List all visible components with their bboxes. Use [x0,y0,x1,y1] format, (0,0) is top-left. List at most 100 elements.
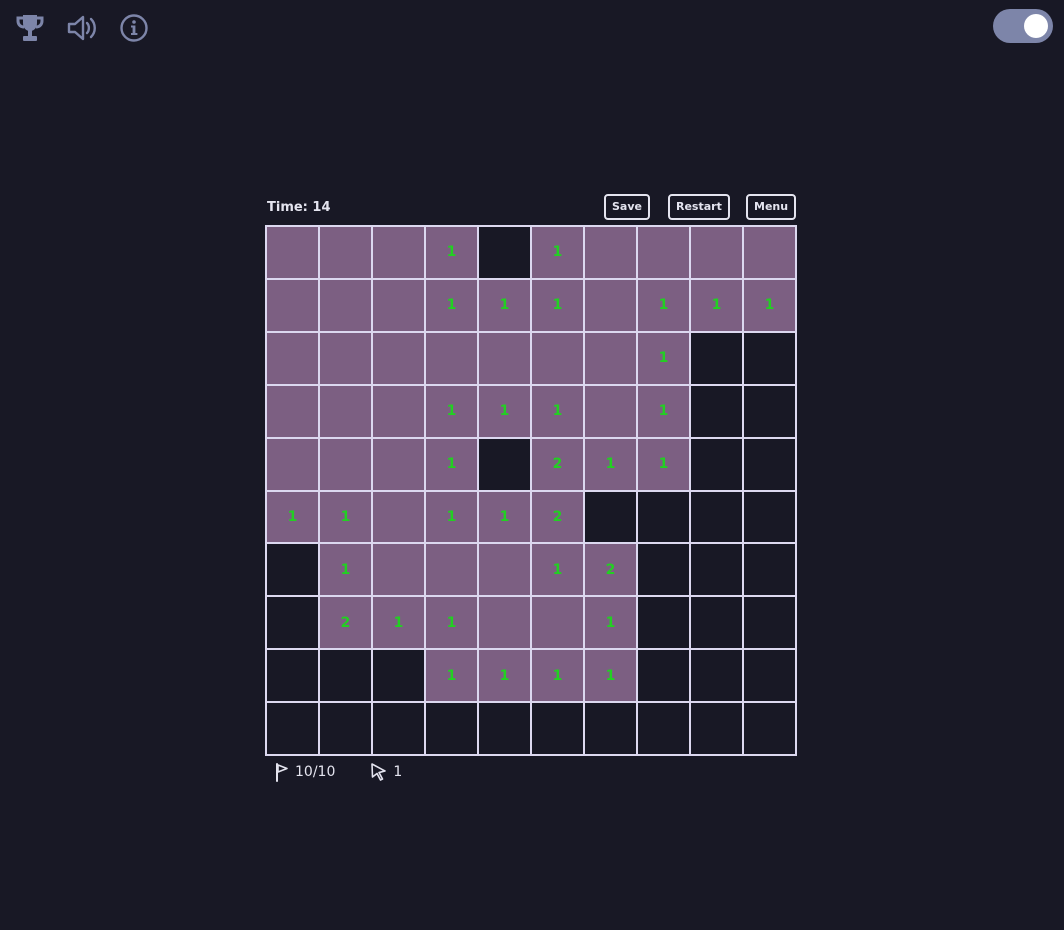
board-cell[interactable]: 1 [532,227,583,278]
board-cell[interactable] [373,385,424,437]
board-cell[interactable] [638,491,689,543]
board-cell[interactable]: 1 [426,279,477,331]
board-cell[interactable] [638,227,689,278]
board-cell[interactable] [691,703,742,754]
theme-toggle[interactable] [993,9,1053,43]
board-cell[interactable]: 1 [373,597,424,649]
board-cell[interactable] [691,491,742,543]
board-cell[interactable]: 1 [426,597,477,649]
board-cell[interactable] [638,650,689,702]
board-cell[interactable] [373,703,424,754]
board-cell[interactable] [638,544,689,596]
save-button[interactable]: Save [604,194,650,220]
board-cell[interactable] [585,491,636,543]
board-cell[interactable] [373,650,424,702]
board-cell[interactable]: 1 [479,279,530,331]
board-cell[interactable]: 1 [638,385,689,437]
board-cell[interactable] [744,332,795,384]
board-cell[interactable] [585,227,636,278]
restart-button[interactable]: Restart [668,194,730,220]
board-cell[interactable] [267,438,318,490]
board-cell[interactable] [373,491,424,543]
board-cell[interactable] [744,650,795,702]
board-cell[interactable] [373,227,424,278]
board-cell[interactable] [479,438,530,490]
board-cell[interactable]: 1 [479,650,530,702]
board-cell[interactable] [320,703,371,754]
board-cell[interactable]: 1 [532,279,583,331]
board-cell[interactable] [691,438,742,490]
board-cell[interactable] [744,438,795,490]
board-cell[interactable]: 1 [585,650,636,702]
board-cell[interactable] [373,438,424,490]
board-cell[interactable] [267,650,318,702]
board-cell[interactable] [267,279,318,331]
board-cell[interactable] [320,332,371,384]
board-cell[interactable] [267,227,318,278]
board-cell[interactable]: 1 [532,385,583,437]
board-cell[interactable] [585,385,636,437]
board-cell[interactable]: 1 [532,544,583,596]
board-cell[interactable] [267,597,318,649]
board-cell[interactable] [585,279,636,331]
board-cell[interactable] [638,703,689,754]
board-cell[interactable] [532,703,583,754]
board-cell[interactable]: 1 [267,491,318,543]
board-cell[interactable] [373,279,424,331]
board-cell[interactable]: 1 [426,385,477,437]
board-cell[interactable] [691,597,742,649]
board-cell[interactable]: 1 [320,491,371,543]
board-cell[interactable] [638,597,689,649]
board-cell[interactable]: 1 [638,438,689,490]
board-cell[interactable] [744,544,795,596]
board-cell[interactable] [426,544,477,596]
board-cell[interactable] [320,227,371,278]
board-cell[interactable] [479,597,530,649]
board-cell[interactable] [744,703,795,754]
board-cell[interactable] [373,332,424,384]
board-cell[interactable] [267,703,318,754]
board-cell[interactable]: 1 [585,597,636,649]
board-cell[interactable] [744,491,795,543]
board-cell[interactable] [479,703,530,754]
board-cell[interactable] [426,332,477,384]
board-cell[interactable] [691,544,742,596]
board-cell[interactable]: 1 [691,279,742,331]
board-cell[interactable]: 1 [638,332,689,384]
board-cell[interactable]: 2 [320,597,371,649]
board-cell[interactable] [744,227,795,278]
board-cell[interactable] [585,332,636,384]
menu-button[interactable]: Menu [746,194,797,220]
board-cell[interactable]: 1 [320,544,371,596]
board-cell[interactable]: 2 [585,544,636,596]
board-cell[interactable] [479,544,530,596]
board-cell[interactable] [744,597,795,649]
board-cell[interactable] [320,385,371,437]
board-cell[interactable] [479,332,530,384]
speaker-icon[interactable] [66,12,98,44]
board-cell[interactable]: 1 [532,650,583,702]
board-cell[interactable]: 2 [532,438,583,490]
board-cell[interactable] [320,650,371,702]
board-cell[interactable] [585,703,636,754]
info-icon[interactable] [118,12,150,44]
board-cell[interactable]: 1 [638,279,689,331]
board-cell[interactable] [267,332,318,384]
board-cell[interactable] [426,703,477,754]
board-cell[interactable]: 1 [426,650,477,702]
board-cell[interactable] [691,385,742,437]
board-cell[interactable] [320,279,371,331]
board-cell[interactable] [691,227,742,278]
board-cell[interactable] [532,597,583,649]
board-cell[interactable]: 1 [426,491,477,543]
board-cell[interactable] [691,332,742,384]
board-cell[interactable] [320,438,371,490]
board-cell[interactable] [373,544,424,596]
board-cell[interactable] [479,227,530,278]
board-cell[interactable]: 1 [744,279,795,331]
board-cell[interactable] [532,332,583,384]
trophy-icon[interactable] [14,12,46,44]
board-cell[interactable]: 1 [585,438,636,490]
board-cell[interactable]: 1 [479,491,530,543]
board-cell[interactable] [267,544,318,596]
